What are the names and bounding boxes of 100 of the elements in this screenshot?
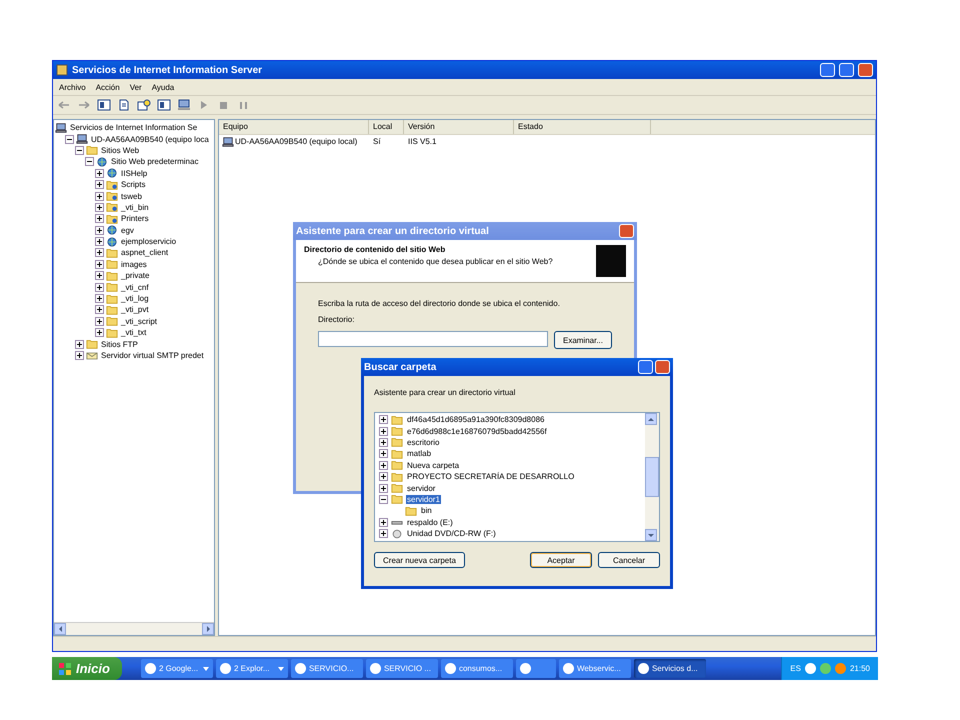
column-header[interactable]: Versión — [404, 120, 514, 134]
close-button[interactable] — [655, 360, 670, 374]
tree-item[interactable]: _vti_txt — [120, 328, 148, 338]
tree-item[interactable]: Sitios Web — [100, 146, 140, 155]
tree-item[interactable]: _vti_log — [120, 294, 150, 304]
tree-item[interactable]: aspnet_client — [120, 248, 170, 258]
collapse-toggle[interactable] — [85, 157, 94, 166]
pane-icon[interactable] — [97, 99, 111, 111]
expand-toggle[interactable] — [95, 168, 104, 178]
expand-toggle[interactable] — [95, 316, 104, 326]
directory-input-field[interactable] — [318, 331, 548, 347]
collapse-toggle[interactable] — [75, 146, 84, 155]
app-icon — [444, 663, 456, 674]
tree-item[interactable]: IISHelp — [120, 168, 148, 178]
close-button[interactable] — [619, 224, 634, 238]
menu-item[interactable]: Ver — [130, 82, 142, 92]
tree-item[interactable]: Nueva carpeta — [406, 460, 460, 470]
tree-item[interactable]: ejemploservicio — [120, 237, 178, 246]
expand-toggle[interactable] — [75, 351, 84, 360]
expand-toggle[interactable] — [95, 282, 104, 292]
minimize-button[interactable] — [820, 63, 835, 77]
expand-toggle[interactable] — [379, 518, 388, 527]
tree-item[interactable]: Unidad DVD/CD-RW (F:) — [406, 529, 497, 538]
taskbar-button[interactable]: 2 Google... — [140, 659, 213, 678]
tree-item[interactable]: _vti_bin — [120, 202, 150, 212]
expand-toggle[interactable] — [379, 484, 388, 493]
tree-item[interactable]: _vti_pvt — [120, 305, 150, 314]
tree-item[interactable]: Scripts — [120, 180, 146, 190]
folder-icon — [106, 202, 118, 212]
column-header[interactable]: Equipo — [219, 120, 369, 134]
tree-item[interactable]: escritorio — [406, 438, 440, 447]
tree-item[interactable]: images — [120, 260, 148, 269]
tree-item[interactable]: Servicios de Internet Information Se — [69, 123, 198, 132]
tree-item[interactable]: PROYECTO SECRETARÍA DE DESARROLLO — [406, 472, 576, 482]
tree-item[interactable]: _vti_script — [120, 316, 158, 326]
document-icon[interactable] — [117, 99, 131, 111]
expand-toggle[interactable] — [379, 460, 388, 470]
tree-item[interactable]: df46a45d1d6895a91a390fc8309d8086 — [406, 415, 546, 424]
expand-toggle[interactable] — [95, 192, 104, 201]
tree-item[interactable]: _private — [120, 271, 150, 280]
column-header[interactable]: Estado — [514, 120, 651, 134]
horizontal-scrollbar[interactable] — [54, 622, 214, 635]
taskbar-button[interactable]: 2 Explor... — [216, 659, 288, 678]
expand-toggle[interactable] — [95, 214, 104, 224]
tree-item[interactable]: e76d6d988c1e16876079d5badd42556f — [406, 426, 548, 436]
menu-item[interactable]: Acción — [96, 82, 120, 92]
tree-item[interactable]: Sitio Web predeterminac — [110, 157, 200, 166]
restore-button[interactable] — [839, 63, 854, 77]
ok-button[interactable]: Aceptar — [530, 552, 592, 568]
expand-toggle[interactable] — [95, 226, 104, 235]
taskbar-button[interactable]: Webservic... — [558, 659, 631, 678]
tree-item[interactable]: _vti_cnf — [120, 282, 150, 292]
expand-toggle[interactable] — [95, 202, 104, 212]
start-button[interactable]: Inicio — [52, 657, 122, 680]
cancel-button[interactable]: Cancelar — [598, 552, 660, 568]
expand-toggle[interactable] — [95, 271, 104, 280]
menu-item[interactable]: Archivo — [59, 82, 86, 92]
tree-item[interactable]: servidor1 — [406, 494, 441, 504]
taskbar-button[interactable]: consumos... — [440, 659, 513, 678]
taskbar-button[interactable] — [516, 659, 556, 678]
expand-toggle[interactable] — [379, 438, 388, 447]
clock: 21:50 — [850, 664, 870, 673]
expand-toggle[interactable] — [95, 260, 104, 269]
collapse-toggle[interactable] — [379, 494, 388, 504]
expand-toggle[interactable] — [95, 237, 104, 246]
close-button[interactable] — [858, 63, 873, 77]
tree-item[interactable]: Sitios FTP — [100, 340, 139, 349]
computer-icon[interactable] — [177, 99, 191, 111]
tree-item[interactable]: matlab — [406, 449, 432, 458]
column-header[interactable]: Local — [369, 120, 404, 134]
expand-toggle[interactable] — [379, 426, 388, 436]
expand-toggle[interactable] — [379, 415, 388, 424]
tree-item[interactable]: bin — [420, 506, 433, 516]
expand-toggle[interactable] — [379, 472, 388, 482]
expand-toggle[interactable] — [95, 294, 104, 304]
tree-item[interactable]: servidor — [406, 484, 436, 493]
tree-item[interactable]: UD-AA56AA09B540 (equipo loca — [90, 134, 210, 144]
tree-item[interactable]: respaldo (E:) — [406, 518, 454, 527]
expand-toggle[interactable] — [379, 449, 388, 458]
menu-item[interactable]: Ayuda — [152, 82, 174, 92]
expand-toggle[interactable] — [75, 340, 84, 349]
tree-item[interactable]: Servidor virtual SMTP predet — [100, 351, 205, 360]
folder-icon — [106, 259, 118, 270]
vertical-scrollbar[interactable] — [645, 413, 659, 541]
tree-item[interactable]: Printers — [120, 214, 150, 224]
expand-toggle[interactable] — [95, 328, 104, 338]
pane-icon[interactable] — [157, 99, 171, 111]
expand-toggle[interactable] — [95, 180, 104, 190]
taskbar-button[interactable]: SERVICIO... — [290, 659, 363, 678]
new-folder-button[interactable]: Crear nueva carpeta — [374, 552, 465, 568]
browse-button[interactable]: Examinar... — [554, 331, 612, 349]
expand-toggle[interactable] — [95, 305, 104, 314]
taskbar-button[interactable]: SERVICIO ... — [366, 659, 438, 678]
taskbar-button[interactable]: Servicios d... — [634, 659, 706, 678]
expand-toggle[interactable] — [95, 248, 104, 258]
tree-item[interactable]: egv — [120, 226, 135, 235]
collapse-toggle[interactable] — [65, 134, 74, 144]
expand-toggle[interactable] — [379, 529, 388, 538]
tray-icon[interactable] — [804, 663, 816, 674]
tree-item[interactable]: tsweb — [120, 192, 143, 201]
